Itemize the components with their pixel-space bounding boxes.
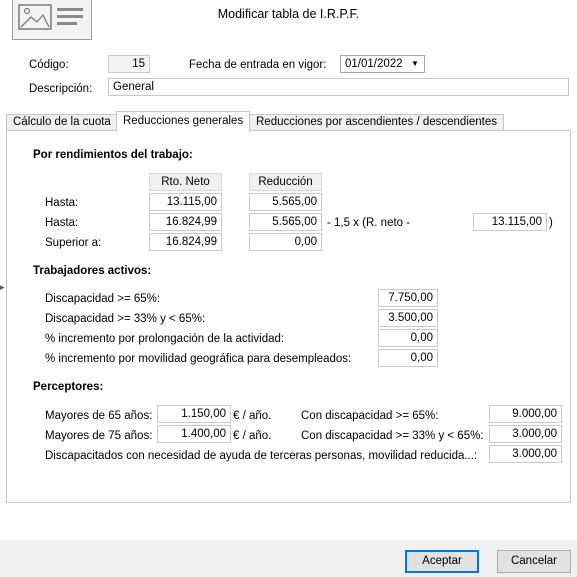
perceptores-heading: Perceptores: (33, 381, 104, 393)
hasta-1-rto-neto-field[interactable]: 13.115,00 (149, 193, 222, 211)
col-reduccion-header: Reducción (249, 173, 322, 191)
mayores65-field[interactable]: 1.150,00 (157, 405, 231, 423)
codigo-field[interactable]: 15 (108, 55, 150, 73)
dialog-title: Modificar tabla de I.R.P.F. (217, 7, 360, 21)
prolongacion-field[interactable]: 0,00 (378, 329, 438, 347)
tab-calculo-cuota[interactable]: Cálculo de la cuota (6, 114, 118, 131)
row-hasta-1-label: Hasta: (45, 197, 79, 209)
row-hasta-2-label: Hasta: (45, 217, 79, 229)
mayores75-label: Mayores de 75 años: (45, 430, 153, 442)
descripcion-field[interactable]: General (108, 78, 569, 96)
fecha-label: Fecha de entrada en vigor: (189, 59, 327, 71)
mayores65-unit: € / año. (233, 410, 272, 422)
mayores65-label: Mayores de 65 años: (45, 410, 153, 422)
ayuda-terceras-field[interactable]: 3.000,00 (489, 445, 562, 463)
accept-button[interactable]: Aceptar (405, 550, 479, 573)
formula-rneto-field[interactable]: 13.115,00 (473, 213, 547, 231)
movilidad-label: % incremento por movilidad geográfica pa… (45, 353, 352, 365)
hasta-2-rto-neto-field[interactable]: 16.824,99 (149, 213, 222, 231)
disc65-perc-label: Con discapacidad >= 65%: (301, 410, 439, 422)
trabajadores-heading: Trabajadores activos: (33, 265, 152, 277)
disc65-perc-field[interactable]: 9.000,00 (489, 405, 562, 423)
disc33-trab-label: Discapacidad >= 33% y < 65%: (45, 313, 206, 325)
fecha-dropdown[interactable]: 01/01/2022 ▼ (340, 55, 425, 73)
cancel-button[interactable]: Cancelar (497, 550, 571, 573)
mayores75-field[interactable]: 1.400,00 (157, 425, 231, 443)
formula-close: ) (549, 217, 553, 229)
movilidad-field[interactable]: 0,00 (378, 349, 438, 367)
superior-rto-neto-field[interactable]: 16.824,99 (149, 233, 222, 251)
chevron-right-icon: ▸ (0, 282, 5, 292)
superior-reduccion-field[interactable]: 0,00 (249, 233, 322, 251)
disc65-trab-label: Discapacidad >= 65%: (45, 293, 161, 305)
rendimientos-heading: Por rendimientos del trabajo: (33, 149, 193, 161)
prolongacion-label: % incremento por prolongación de la acti… (45, 333, 285, 345)
formula-text: - 1,5 x (R. neto - (327, 217, 411, 229)
hasta-2-reduccion-field[interactable]: 5.565,00 (249, 213, 322, 231)
row-superior-label: Superior a: (45, 237, 102, 249)
chevron-down-icon[interactable]: ▼ (406, 56, 424, 72)
disc33-perc-label: Con discapacidad >= 33% y < 65%: (301, 430, 484, 442)
disc33-trab-field[interactable]: 3.500,00 (378, 309, 438, 327)
disc33-perc-field[interactable]: 3.000,00 (489, 425, 562, 443)
ayuda-terceras-label: Discapacitados con necesidad de ayuda de… (45, 450, 478, 462)
tab-reducciones-generales[interactable]: Reducciones generales (116, 111, 251, 132)
hasta-1-reduccion-field[interactable]: 5.565,00 (249, 193, 322, 211)
codigo-label: Código: (29, 59, 69, 71)
mayores75-unit: € / año. (233, 430, 272, 442)
descripcion-label: Descripción: (29, 83, 93, 95)
footer-bar (0, 540, 577, 577)
tab-reducciones-ascendientes[interactable]: Reducciones por ascendientes / descendie… (249, 114, 505, 131)
col-rto-neto-header: Rto. Neto (149, 173, 222, 191)
fecha-value: 01/01/2022 (345, 58, 403, 70)
disc65-trab-field[interactable]: 7.750,00 (378, 289, 438, 307)
